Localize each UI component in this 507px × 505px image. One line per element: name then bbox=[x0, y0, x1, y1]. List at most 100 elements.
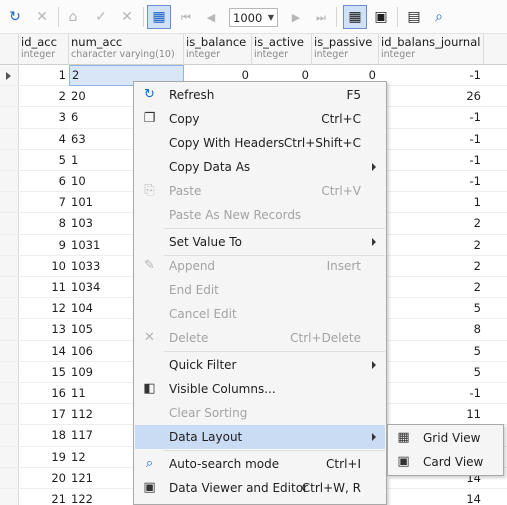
cell-id-balans-journal[interactable]: -1 bbox=[379, 65, 484, 86]
cell-id-balans-journal[interactable]: 1 bbox=[379, 192, 484, 213]
menu-item-data-viewer[interactable]: ▣ Data Viewer and Editor Ctrl+W, R bbox=[135, 476, 385, 500]
card-layout-icon[interactable]: ▣ bbox=[372, 8, 390, 26]
columns-icon[interactable]: ▤ bbox=[405, 8, 423, 26]
next-page-icon[interactable]: ▶ bbox=[287, 8, 305, 26]
menu-separator bbox=[164, 228, 385, 229]
cancel-icon[interactable]: ✕ bbox=[33, 8, 51, 26]
column-header-num-acc[interactable]: num_acc character varying(10) bbox=[69, 34, 184, 65]
cell-id-acc[interactable]: 2 bbox=[19, 86, 69, 107]
autosearch-icon[interactable]: ⌕ bbox=[430, 8, 448, 26]
cell-id-acc[interactable]: 9 bbox=[19, 235, 69, 256]
column-type: integer bbox=[186, 49, 221, 60]
cell-id-acc[interactable]: 14 bbox=[19, 341, 69, 362]
last-page-icon[interactable]: ⏭ bbox=[312, 8, 330, 26]
cell-id-acc[interactable]: 20 bbox=[19, 468, 69, 489]
post-icon[interactable]: ⌂ bbox=[64, 8, 82, 26]
cell-id-acc[interactable]: 13 bbox=[19, 319, 69, 340]
cell-id-balans-journal[interactable]: 5 bbox=[379, 341, 484, 362]
menu-item-set-value-to[interactable]: Set Value To bbox=[135, 230, 385, 254]
menu-item-label: Data Layout bbox=[169, 430, 243, 444]
column-header-is-active[interactable]: is_active integer bbox=[252, 34, 312, 65]
cell-id-balans-journal[interactable]: -1 bbox=[379, 129, 484, 150]
menu-item-refresh[interactable]: ↻ Refresh F5 bbox=[135, 83, 385, 107]
cell-id-acc[interactable]: 17 bbox=[19, 404, 69, 425]
copy-icon: ❐ bbox=[143, 111, 156, 126]
column-header-is-passive[interactable]: is_passive integer bbox=[312, 34, 379, 65]
column-type: character varying(10) bbox=[71, 49, 175, 60]
cell-id-acc[interactable]: 21 bbox=[19, 489, 69, 505]
cell-id-acc[interactable]: 8 bbox=[19, 213, 69, 234]
cell-id-balans-journal[interactable]: -1 bbox=[379, 383, 484, 404]
page-size-select[interactable]: 1000 ▼ bbox=[229, 8, 278, 27]
cell-id-balans-journal[interactable]: 5 bbox=[379, 362, 484, 383]
cell-id-acc[interactable]: 10 bbox=[19, 256, 69, 277]
menu-item-grid-view[interactable]: ▦ Grid View bbox=[389, 426, 502, 450]
submenu-arrow-icon bbox=[372, 361, 376, 369]
cell-id-acc[interactable]: 4 bbox=[19, 129, 69, 150]
page-size-value: 1000 bbox=[233, 11, 263, 25]
cell-id-balans-journal[interactable]: 2 bbox=[379, 213, 484, 234]
cell-id-acc[interactable]: 18 bbox=[19, 425, 69, 446]
cell-id-balans-journal[interactable]: -1 bbox=[379, 171, 484, 192]
menu-item-data-layout[interactable]: Data Layout bbox=[135, 425, 385, 449]
toolbar-separator bbox=[336, 7, 337, 27]
delete-icon: ✕ bbox=[144, 330, 155, 345]
first-page-icon[interactable]: ⏮ bbox=[177, 8, 195, 26]
cell-id-acc[interactable]: 5 bbox=[19, 150, 69, 171]
menu-separator bbox=[164, 351, 385, 352]
cell-id-balans-journal[interactable]: 2 bbox=[379, 235, 484, 256]
cell-id-acc[interactable]: 3 bbox=[19, 107, 69, 128]
apply-icon[interactable]: ✓ bbox=[92, 8, 110, 26]
cell-id-balans-journal[interactable]: -1 bbox=[379, 150, 484, 171]
prev-page-icon[interactable]: ◀ bbox=[202, 8, 220, 26]
refresh-icon: ↻ bbox=[144, 87, 155, 102]
menu-item-label: Delete bbox=[169, 331, 209, 345]
cell-id-balans-journal[interactable]: 11 bbox=[379, 404, 484, 425]
menu-item-clear-sorting: Clear Sorting bbox=[135, 401, 385, 425]
cell-id-balans-journal[interactable]: 2 bbox=[379, 256, 484, 277]
grid-view-icon[interactable]: ▦ bbox=[147, 5, 171, 29]
append-icon: ✎ bbox=[144, 258, 155, 273]
menu-item-shortcut: Ctrl+C bbox=[321, 112, 361, 126]
menu-item-visible-columns[interactable]: ◧ Visible Columns... bbox=[135, 377, 385, 401]
cell-id-balans-journal[interactable]: 14 bbox=[379, 489, 484, 505]
menu-item-auto-search-mode[interactable]: ⌕ Auto-search mode Ctrl+I bbox=[135, 452, 385, 476]
cell-id-acc[interactable]: 11 bbox=[19, 277, 69, 298]
cell-id-acc[interactable]: 12 bbox=[19, 298, 69, 319]
discard-icon[interactable]: ✕ bbox=[118, 8, 136, 26]
toolbar-separator bbox=[58, 7, 59, 27]
menu-item-copy-with-headers[interactable]: Copy With Headers Ctrl+Shift+C bbox=[135, 131, 385, 155]
column-name: id_acc bbox=[21, 35, 57, 49]
cell-id-balans-journal[interactable]: 26 bbox=[379, 86, 484, 107]
column-type: integer bbox=[254, 49, 289, 60]
cell-id-acc[interactable]: 6 bbox=[19, 171, 69, 192]
menu-item-copy-data-as[interactable]: Copy Data As bbox=[135, 155, 385, 179]
menu-item-shortcut: Ctrl+Delete bbox=[290, 331, 361, 345]
menu-item-paste-as-new: Paste As New Records bbox=[135, 203, 385, 227]
cell-id-balans-journal[interactable]: 5 bbox=[379, 298, 484, 319]
grid-header: id_acc integer num_acc character varying… bbox=[0, 34, 507, 65]
cell-id-acc[interactable]: 7 bbox=[19, 192, 69, 213]
cell-id-acc[interactable]: 16 bbox=[19, 383, 69, 404]
menu-item-shortcut: Ctrl+V bbox=[321, 184, 361, 198]
column-header-id-acc[interactable]: id_acc integer bbox=[19, 34, 69, 65]
menu-item-label: Data Viewer and Editor bbox=[169, 481, 308, 495]
column-header-is-balance[interactable]: is_balance integer bbox=[184, 34, 252, 65]
cell-id-balans-journal[interactable]: 8 bbox=[379, 319, 484, 340]
cell-id-balans-journal[interactable]: -1 bbox=[379, 107, 484, 128]
cell-id-acc[interactable]: 1 bbox=[19, 65, 69, 86]
cell-id-acc[interactable]: 15 bbox=[19, 362, 69, 383]
grid-layout-icon[interactable]: ▦ bbox=[343, 5, 367, 29]
refresh-icon[interactable]: ↻ bbox=[6, 8, 24, 26]
menu-item-label: Cancel Edit bbox=[169, 307, 237, 321]
menu-item-copy[interactable]: ❐ Copy Ctrl+C bbox=[135, 107, 385, 131]
column-name: num_acc bbox=[71, 35, 123, 49]
menu-item-card-view[interactable]: ▣ Card View bbox=[389, 450, 502, 474]
menu-item-cancel-edit: Cancel Edit bbox=[135, 302, 385, 326]
menu-item-label: Paste bbox=[169, 184, 202, 198]
cell-id-balans-journal[interactable]: 2 bbox=[379, 277, 484, 298]
column-header-id-balans-journal[interactable]: id_balans_journal integer bbox=[379, 34, 484, 65]
toolbar-separator bbox=[397, 7, 398, 27]
menu-item-quick-filter[interactable]: Quick Filter bbox=[135, 353, 385, 377]
cell-id-acc[interactable]: 19 bbox=[19, 447, 69, 468]
